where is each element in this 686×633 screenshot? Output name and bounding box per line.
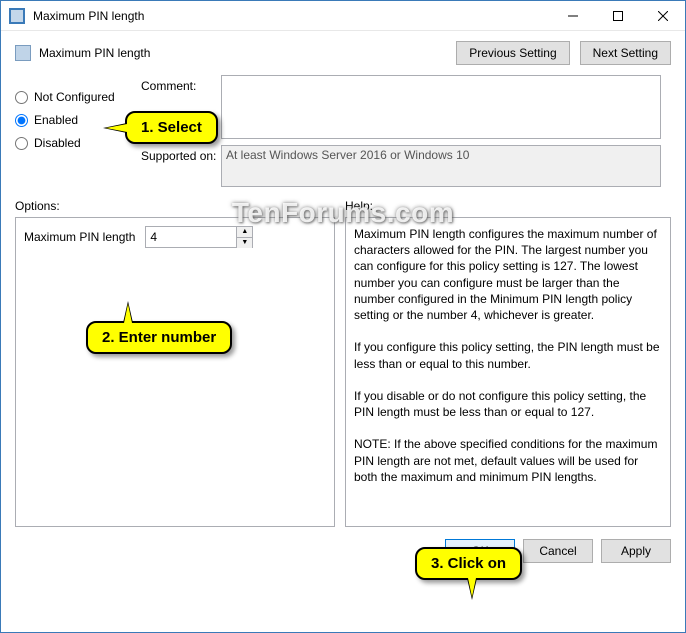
radio-not-configured[interactable]: Not Configured <box>15 90 135 104</box>
callout-text: 1. Select <box>141 119 202 136</box>
spinner-up-icon[interactable]: ▲ <box>237 227 252 238</box>
cancel-button[interactable]: Cancel <box>523 539 593 563</box>
radio-label: Disabled <box>34 136 81 150</box>
comment-input[interactable] <box>221 75 661 139</box>
minimize-button[interactable] <box>550 1 595 30</box>
dialog-button-row: OK Cancel Apply <box>1 535 685 575</box>
supported-on-text: At least Windows Server 2016 or Windows … <box>221 145 661 187</box>
next-setting-button[interactable]: Next Setting <box>580 41 671 65</box>
policy-title: Maximum PIN length <box>39 46 456 60</box>
radio-disabled[interactable]: Disabled <box>15 136 135 150</box>
previous-setting-button[interactable]: Previous Setting <box>456 41 569 65</box>
callout-text: 3. Click on <box>431 555 506 572</box>
radio-label: Not Configured <box>34 90 115 104</box>
radio-disabled-input[interactable] <box>15 137 28 150</box>
annotation-callout-1: 1. Select <box>125 111 218 144</box>
max-pin-length-input[interactable] <box>146 227 236 247</box>
window-title: Maximum PIN length <box>33 9 550 23</box>
radio-label: Enabled <box>34 113 78 127</box>
spinner-down-icon[interactable]: ▼ <box>237 238 252 248</box>
options-label: Options: <box>15 199 345 213</box>
help-paragraph: If you configure this policy setting, th… <box>354 339 662 371</box>
annotation-callout-2: 2. Enter number <box>86 321 232 354</box>
state-radio-group: Not Configured Enabled Disabled <box>15 75 135 193</box>
help-paragraph: NOTE: If the above specified conditions … <box>354 436 662 485</box>
title-bar: Maximum PIN length <box>1 1 685 31</box>
maximize-button[interactable] <box>595 1 640 30</box>
callout-text: 2. Enter number <box>102 329 216 346</box>
app-icon <box>9 8 25 24</box>
annotation-callout-3: 3. Click on <box>415 547 522 580</box>
supported-label: Supported on: <box>141 145 221 187</box>
help-label: Help: <box>345 199 373 213</box>
header-row: Maximum PIN length Previous Setting Next… <box>1 31 685 71</box>
help-paragraph: If you disable or do not configure this … <box>354 388 662 420</box>
apply-button[interactable]: Apply <box>601 539 671 563</box>
max-pin-length-label: Maximum PIN length <box>24 230 135 244</box>
close-button[interactable] <box>640 1 685 30</box>
policy-icon <box>15 45 31 61</box>
options-panel: Maximum PIN length ▲ ▼ <box>15 217 335 527</box>
radio-enabled-input[interactable] <box>15 114 28 127</box>
max-pin-length-spinner[interactable]: ▲ ▼ <box>145 226 253 248</box>
help-panel: Maximum PIN length configures the maximu… <box>345 217 671 527</box>
help-paragraph: Maximum PIN length configures the maximu… <box>354 226 662 323</box>
radio-not-configured-input[interactable] <box>15 91 28 104</box>
